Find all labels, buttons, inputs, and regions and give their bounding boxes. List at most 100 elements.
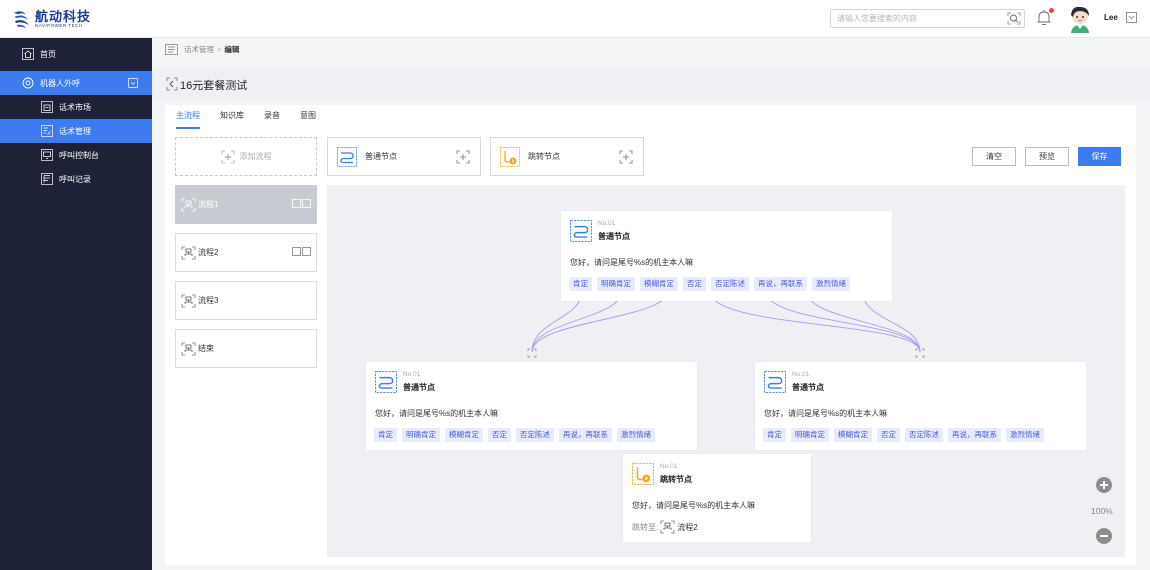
flow-item[interactable]: 流程1 xyxy=(175,185,317,224)
normal-node-palette-item[interactable]: 普通节点 xyxy=(327,137,481,176)
node-text: 您好，请问是尾号%s的机主本人嘛 xyxy=(764,409,888,418)
tab-main-flow[interactable]: 主流程 xyxy=(176,110,200,129)
node-text: 您好，请问是尾号%s的机主本人嘛 xyxy=(570,258,694,267)
node-title: 普通节点 xyxy=(598,232,630,241)
tab-intents[interactable]: 意图 xyxy=(300,110,316,126)
node-number: No.01 xyxy=(598,220,616,227)
node-text: 您好，请问是尾号%s的机主本人嘛 xyxy=(632,501,756,510)
intent-tag[interactable]: 激烈情绪 xyxy=(1006,428,1044,442)
intent-tags: 肯定 明确肯定 模糊肯定 否定 否定陈述 再说，再联系 激烈情绪 xyxy=(569,277,855,291)
sidebar-item-label: 呼叫记录 xyxy=(59,174,91,184)
chevron-down-icon[interactable] xyxy=(128,78,138,88)
tab-knowledge-base[interactable]: 知识库 xyxy=(220,110,244,126)
edit-icon[interactable] xyxy=(292,247,301,256)
intent-tags: 肯定 明确肯定 模糊肯定 否定 否定陈述 再说，再联系 激烈情绪 xyxy=(763,428,1049,442)
flow-actions xyxy=(291,199,311,208)
breadcrumb-icon xyxy=(165,44,178,55)
intent-tag[interactable]: 否定陈述 xyxy=(516,428,554,442)
intent-tag[interactable]: 否定 xyxy=(488,428,511,442)
intent-tag[interactable]: 否定 xyxy=(683,277,706,291)
clear-button[interactable]: 清空 xyxy=(972,147,1016,166)
add-flow-button[interactable]: 添加流程 xyxy=(175,137,317,176)
sidebar-item-call-records[interactable]: 呼叫记录 xyxy=(0,167,152,191)
intent-tag[interactable]: 模糊肯定 xyxy=(445,428,483,442)
node-number: No.01 xyxy=(792,371,810,378)
drag-handle-icon[interactable] xyxy=(619,150,633,164)
username[interactable]: Lee xyxy=(1104,13,1118,22)
normal-node-card[interactable]: No.01 普通节点 您好，请问是尾号%s的机主本人嘛 肯定 明确肯定 模糊肯定… xyxy=(755,362,1086,450)
sidebar-item-robot-outbound[interactable]: 机器人外呼 xyxy=(0,71,152,95)
intent-tag[interactable]: 再说，再联系 xyxy=(559,428,612,442)
intent-tag[interactable]: 明确肯定 xyxy=(597,277,635,291)
delete-icon[interactable] xyxy=(302,247,311,256)
intent-tag[interactable]: 激烈情绪 xyxy=(812,277,850,291)
jump-target-flow[interactable]: 流程2 xyxy=(677,522,697,533)
sidebar-item-home[interactable]: 首页 xyxy=(0,42,152,66)
flow-item[interactable]: 流程2 xyxy=(175,233,317,272)
market-icon xyxy=(41,101,53,113)
search-icon[interactable] xyxy=(1007,12,1021,25)
sidebar-item-label: 呼叫控制台 xyxy=(59,150,99,160)
jump-node-icon xyxy=(500,146,520,167)
logout-icon[interactable] xyxy=(1126,12,1137,23)
flow-item[interactable]: 流程3 xyxy=(175,281,317,320)
flow-item[interactable]: 结束 xyxy=(175,329,317,368)
intent-tag[interactable]: 模糊肯定 xyxy=(640,277,678,291)
sidebar-item-label: 话术市场 xyxy=(59,102,91,112)
jump-node-palette-item[interactable]: 跳转节点 xyxy=(490,137,644,176)
robot-icon xyxy=(22,77,34,89)
preview-button[interactable]: 预览 xyxy=(1025,147,1069,166)
intent-tag[interactable]: 模糊肯定 xyxy=(834,428,872,442)
flow-icon xyxy=(181,246,196,259)
search-box[interactable] xyxy=(830,9,1025,28)
intent-tag[interactable]: 激烈情绪 xyxy=(617,428,655,442)
intent-tag[interactable]: 否定陈述 xyxy=(905,428,943,442)
intent-tag[interactable]: 明确肯定 xyxy=(791,428,829,442)
console-icon xyxy=(41,149,53,161)
intent-tag[interactable]: 肯定 xyxy=(763,428,786,442)
avatar[interactable] xyxy=(1068,5,1092,33)
zoom-level: 100% xyxy=(1091,506,1113,516)
intent-tag[interactable]: 再说，再联系 xyxy=(948,428,1001,442)
search-input[interactable] xyxy=(831,10,996,27)
jump-label: 跳转至: xyxy=(632,522,659,532)
intent-tag[interactable]: 肯定 xyxy=(374,428,397,442)
normal-node-card[interactable]: No.01 普通节点 您好，请问是尾号%s的机主本人嘛 肯定 明确肯定 模糊肯定… xyxy=(561,211,892,301)
edit-icon[interactable] xyxy=(292,199,301,208)
flow-icon xyxy=(181,294,196,307)
normal-node-card[interactable]: No.01 普通节点 您好，请问是尾号%s的机主本人嘛 肯定 明确肯定 模糊肯定… xyxy=(366,362,697,450)
title-bar xyxy=(152,69,1150,99)
sidebar-item-label: 机器人外呼 xyxy=(40,78,80,88)
normal-node-label: 普通节点 xyxy=(365,152,397,161)
delete-icon[interactable] xyxy=(302,199,311,208)
zoom-out-button[interactable] xyxy=(1096,528,1112,544)
normal-node-icon xyxy=(337,146,357,167)
back-icon[interactable] xyxy=(166,77,178,91)
intent-tag[interactable]: 肯定 xyxy=(569,277,592,291)
intent-tag[interactable]: 明确肯定 xyxy=(402,428,440,442)
sidebar-item-label: 话术管理 xyxy=(59,126,91,136)
sidebar-item-call-console[interactable]: 呼叫控制台 xyxy=(0,143,152,167)
intent-tag[interactable]: 否定陈述 xyxy=(711,277,749,291)
sidebar-item-script-management[interactable]: 话术管理 xyxy=(0,119,152,143)
intent-tag[interactable]: 再说，再联系 xyxy=(754,277,807,291)
intent-tags: 肯定 明确肯定 模糊肯定 否定 否定陈述 再说，再联系 激烈情绪 xyxy=(374,428,660,442)
zoom-in-button[interactable] xyxy=(1096,477,1112,493)
intent-tag[interactable]: 否定 xyxy=(877,428,900,442)
flow-icon xyxy=(660,520,675,534)
top-bar: 航动科技 NAVIPOWER TECH Lee xyxy=(0,0,1150,38)
save-button[interactable]: 保存 xyxy=(1078,147,1121,166)
logo-subtext: NAVIPOWER TECH xyxy=(35,22,83,28)
logo-mark-icon xyxy=(14,11,29,28)
normal-node-icon xyxy=(375,371,397,393)
sidebar-item-script-market[interactable]: 话术市场 xyxy=(0,95,152,119)
jump-node-icon xyxy=(632,463,654,485)
drag-handle-icon[interactable] xyxy=(456,150,470,164)
breadcrumb-parent[interactable]: 话术管理 xyxy=(184,44,214,55)
notification-dot xyxy=(1049,8,1054,13)
jump-node-card[interactable]: No.01 跳转节点 您好，请问是尾号%s的机主本人嘛 跳转至: 流程2 xyxy=(623,454,811,542)
sidebar-item-label: 首页 xyxy=(40,49,56,59)
add-icon xyxy=(221,150,234,163)
home-icon xyxy=(22,48,34,60)
tab-recordings[interactable]: 录音 xyxy=(264,110,280,126)
